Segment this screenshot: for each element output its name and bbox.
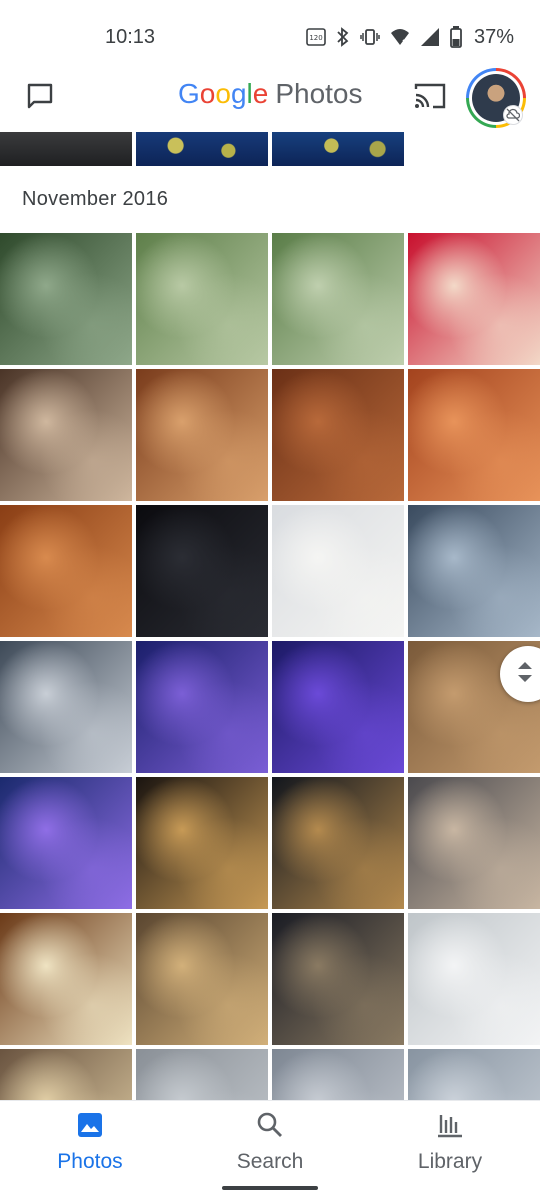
home-indicator[interactable] xyxy=(222,1186,318,1190)
photo-thumbnail[interactable] xyxy=(136,505,268,637)
photo-thumbnail[interactable] xyxy=(408,233,540,365)
photo-thumbnail[interactable] xyxy=(408,777,540,909)
photo-thumbnail[interactable] xyxy=(0,1049,132,1100)
nav-search-label: Search xyxy=(236,1150,304,1173)
bluetooth-icon xyxy=(336,27,350,47)
photo-thumbnail[interactable] xyxy=(0,233,132,365)
photo-thumbnail[interactable] xyxy=(408,369,540,501)
account-avatar-button[interactable] xyxy=(466,68,526,128)
photo-thumbnail[interactable] xyxy=(0,913,132,1045)
battery-icon xyxy=(450,26,462,48)
photo-thumbnail[interactable] xyxy=(136,132,268,166)
avatar-frame xyxy=(469,71,523,125)
photo-thumbnail[interactable] xyxy=(136,913,268,1045)
photo-thumbnail[interactable] xyxy=(408,505,540,637)
logo-product-name: Photos xyxy=(275,78,363,109)
vibrate-icon xyxy=(360,27,380,47)
bottom-navigation: Photos Search Library xyxy=(0,1100,540,1200)
photo-thumbnail[interactable] xyxy=(272,913,404,1045)
status-time: 10:13 xyxy=(105,26,156,48)
nav-photos[interactable]: Photos xyxy=(20,1111,160,1181)
backup-off-icon xyxy=(503,105,523,125)
cast-button[interactable] xyxy=(410,78,450,118)
logo-letter: g xyxy=(230,78,247,109)
photo-thumbnail[interactable] xyxy=(136,641,268,773)
hd-voice-icon: 120 xyxy=(306,27,326,47)
chat-button[interactable] xyxy=(20,78,60,118)
photo-thumbnail[interactable] xyxy=(0,369,132,501)
status-bar: 10:13 120 37% xyxy=(0,0,540,68)
nav-library[interactable]: Library xyxy=(380,1111,520,1181)
photo-icon xyxy=(76,1111,104,1144)
signal-icon xyxy=(420,27,440,47)
logo-letter: e xyxy=(252,78,269,109)
photo-timeline[interactable]: November 2016 xyxy=(0,132,540,1100)
avatar xyxy=(472,74,523,125)
photo-thumbnail[interactable] xyxy=(0,505,132,637)
nav-photos-label: Photos xyxy=(57,1150,123,1173)
photo-thumbnail[interactable] xyxy=(408,1049,540,1100)
battery-percent: 37% xyxy=(473,25,514,48)
chat-icon xyxy=(24,80,56,117)
svg-text:120: 120 xyxy=(309,34,322,42)
nav-search[interactable]: Search xyxy=(200,1111,340,1181)
cast-icon xyxy=(413,81,447,116)
search-icon xyxy=(256,1111,284,1144)
photo-thumbnail[interactable] xyxy=(272,1049,404,1100)
photo-thumbnail[interactable] xyxy=(272,233,404,365)
status-icons: 120 37% xyxy=(306,24,514,50)
photo-thumbnail[interactable] xyxy=(0,777,132,909)
logo-letter: o xyxy=(199,78,216,109)
nav-library-label: Library xyxy=(417,1150,483,1173)
photo-thumbnail[interactable] xyxy=(408,913,540,1045)
photo-thumbnail[interactable] xyxy=(136,1049,268,1100)
month-header: November 2016 xyxy=(22,188,169,210)
photo-thumbnail[interactable] xyxy=(272,505,404,637)
photo-thumbnail[interactable] xyxy=(272,132,404,166)
scroll-arrows-icon xyxy=(516,658,534,691)
logo-letter: G xyxy=(178,78,200,109)
previous-month-strip xyxy=(0,132,540,166)
library-icon xyxy=(436,1111,464,1144)
photo-thumbnail[interactable] xyxy=(136,233,268,365)
app-bar: Google Photos xyxy=(0,68,540,132)
photo-thumbnail[interactable] xyxy=(272,777,404,909)
photo-thumbnail[interactable] xyxy=(272,369,404,501)
google-photos-logo: Google Photos xyxy=(178,78,363,110)
photo-thumbnail[interactable] xyxy=(0,641,132,773)
photo-thumbnail[interactable] xyxy=(136,777,268,909)
photo-thumbnail[interactable] xyxy=(272,641,404,773)
wifi-icon xyxy=(390,27,410,47)
photo-thumbnail[interactable] xyxy=(0,132,132,166)
photo-thumbnail[interactable] xyxy=(136,369,268,501)
logo-letter: o xyxy=(215,78,231,109)
